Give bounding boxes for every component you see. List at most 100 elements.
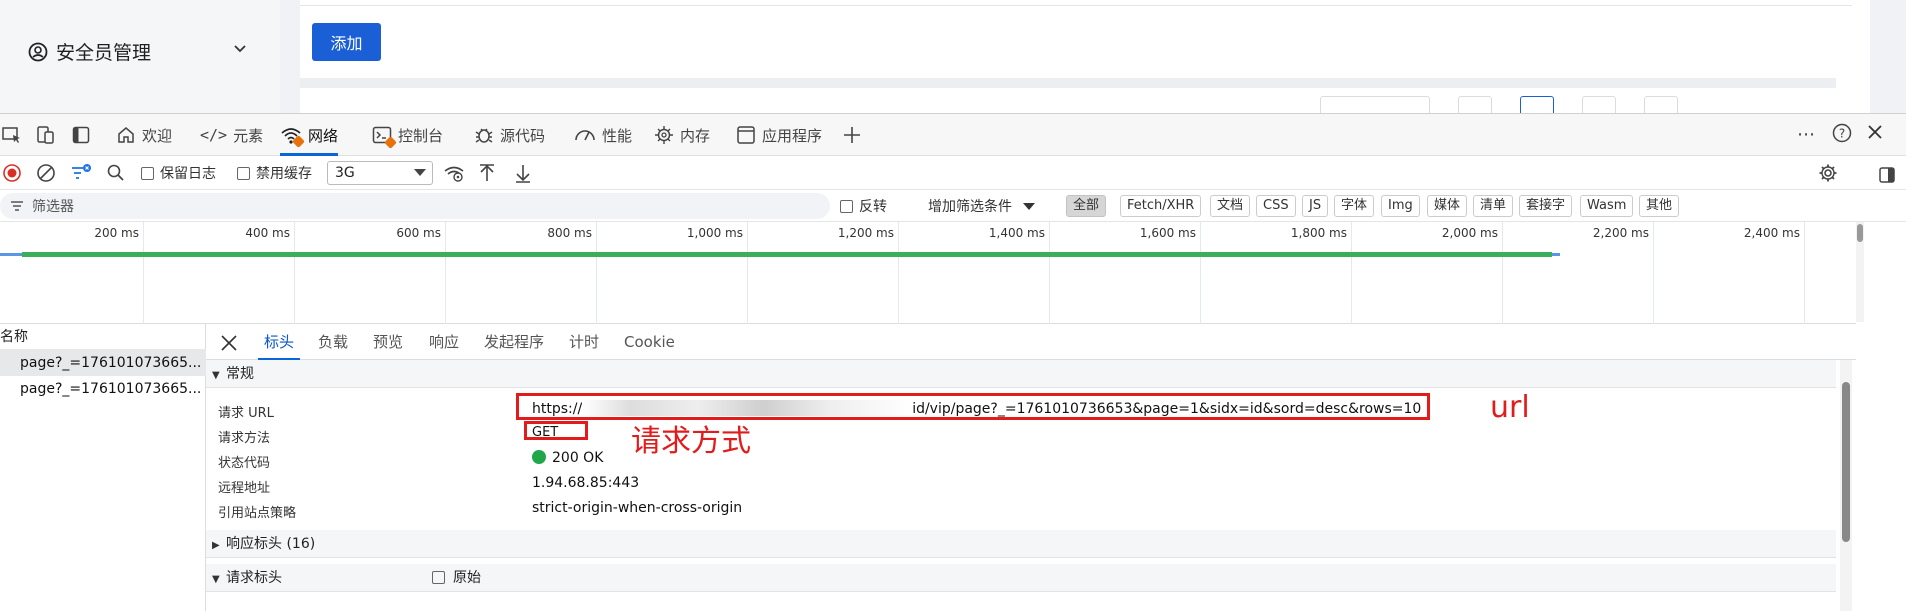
export-har-icon[interactable] (514, 156, 532, 190)
preserve-log-label: 保留日志 (160, 166, 216, 182)
request-method-key: 请求方法 (218, 431, 271, 446)
filter-chip-socket[interactable]: 套接字 (1519, 195, 1573, 217)
tab-memory[interactable]: 内存 (654, 114, 710, 156)
clear-icon[interactable] (36, 156, 56, 190)
timeline-tick-label: 2,000 ms (1441, 226, 1498, 240)
sidebar-item-safety-officer[interactable]: 安全员管理 (28, 38, 151, 65)
filter-chip-font[interactable]: 字体 (1334, 195, 1375, 217)
throttle-select[interactable]: 3G (327, 161, 433, 185)
tab-sources[interactable]: 源代码 (474, 114, 545, 156)
filter-chip-fetch-xhr[interactable]: Fetch/XHR (1120, 195, 1202, 217)
timeline-gridline (1502, 222, 1503, 324)
status-code-key: 状态代码 (218, 456, 271, 471)
add-tab-icon[interactable] (842, 114, 862, 156)
search-icon[interactable] (106, 156, 126, 190)
more-filters-dropdown[interactable]: 增加筛选条件 (928, 190, 1036, 222)
page-size-select[interactable] (1320, 96, 1430, 113)
timeline-tick-label: 2,200 ms (1592, 226, 1649, 240)
timeline-scrollbar[interactable] (1856, 222, 1864, 322)
timeline-gridline (1351, 222, 1352, 324)
app-sidebar: 安全员管理 (0, 0, 280, 113)
invert-checkbox[interactable]: 反转 (840, 190, 887, 222)
filter-chip-wasm[interactable]: Wasm (1580, 195, 1634, 217)
filter-chip-media[interactable]: 媒体 (1427, 195, 1468, 217)
network-toolbar: 保留日志 禁用缓存 3G (0, 156, 1906, 190)
preserve-log-checkbox[interactable]: 保留日志 (141, 156, 216, 190)
tab-cookie[interactable]: Cookie (624, 324, 675, 360)
checkbox[interactable] (432, 571, 445, 584)
checkbox[interactable] (141, 166, 154, 180)
checkbox[interactable] (237, 166, 250, 180)
request-details: 标头 负载 预览 响应 发起程序 计时 Cookie ▼ 常规 请求 URL ht… (206, 324, 1856, 611)
next-page-button[interactable] (1582, 96, 1616, 113)
checkbox[interactable] (840, 199, 853, 213)
device-toolbar-icon[interactable] (36, 114, 56, 156)
inspect-element-icon[interactable] (2, 114, 22, 156)
caret-down-icon (414, 169, 426, 176)
tab-timing[interactable]: 计时 (569, 324, 599, 360)
timeline-gridline (1200, 222, 1201, 324)
pagination (1320, 96, 1678, 113)
tab-performance[interactable]: 性能 (574, 114, 632, 156)
add-button[interactable]: 添加 (312, 23, 381, 61)
triangle-down-icon: ▼ (212, 574, 220, 585)
section-request-headers[interactable]: ▼ 请求标头 原始 (206, 564, 1836, 592)
disable-cache-checkbox[interactable]: 禁用缓存 (237, 156, 312, 190)
filter-bar: 筛选器 反转 增加筛选条件 全部 Fetch/XHR 文档 CSS JS 字体 … (0, 190, 1906, 222)
filter-chip-js[interactable]: JS (1302, 195, 1329, 217)
import-har-icon[interactable] (478, 156, 496, 190)
column-header-name[interactable]: 名称 (0, 324, 206, 350)
tab-label: 网络 (308, 126, 339, 145)
request-row[interactable]: page?_=176101073665... (0, 376, 206, 402)
request-row[interactable]: page?_=176101073665... (0, 350, 206, 376)
filter-chip-img[interactable]: Img (1381, 195, 1420, 217)
gauge-icon (575, 130, 595, 141)
triangle-right-icon: ▶ (212, 540, 220, 551)
triangle-down-icon: ▼ (212, 370, 220, 381)
dock-side-icon[interactable] (72, 114, 90, 156)
timeline-request-bar (0, 253, 22, 256)
goto-page-input[interactable] (1644, 96, 1678, 113)
filter-chip-css[interactable]: CSS (1256, 195, 1296, 217)
annotation-url-label: url (1490, 390, 1530, 425)
filter-chip-doc[interactable]: 文档 (1210, 195, 1251, 217)
tab-initiator[interactable]: 发起程序 (484, 324, 544, 360)
record-icon[interactable] (2, 156, 22, 190)
annotation-method-label: 请求方式 (631, 424, 751, 459)
settings-gear-icon[interactable] (1818, 156, 1838, 190)
dock-icon[interactable] (1878, 166, 1896, 184)
details-scrollbar[interactable] (1840, 360, 1852, 611)
tab-console[interactable]: 控制台 (372, 114, 443, 156)
raw-checkbox[interactable]: 原始 (432, 564, 481, 592)
timeline-tick-label: 200 ms (94, 226, 139, 240)
filter-input[interactable]: 筛选器 (0, 193, 830, 219)
tab-application[interactable]: 应用程序 (736, 114, 822, 156)
tab-welcome[interactable]: 欢迎 (116, 114, 172, 156)
remote-address-value: 1.94.68.85:443 (532, 475, 640, 491)
remote-address-key: 远程地址 (218, 481, 271, 496)
prev-page-button[interactable] (1458, 96, 1492, 113)
section-title: 响应标头 (16) (226, 536, 316, 552)
tab-response[interactable]: 响应 (429, 324, 459, 360)
filter-lines-icon (11, 201, 23, 211)
filter-chip-other[interactable]: 其他 (1639, 195, 1680, 217)
section-response-headers[interactable]: ▶ 响应标头 (16) (206, 530, 1836, 558)
tab-network[interactable]: 网络 (280, 114, 339, 156)
timeline-gridline (898, 222, 899, 324)
network-conditions-icon[interactable] (443, 156, 465, 190)
filter-chip-all[interactable]: 全部 (1066, 195, 1107, 217)
tab-preview[interactable]: 预览 (373, 324, 403, 360)
filter-chip-manifest[interactable]: 清单 (1473, 195, 1514, 217)
close-icon[interactable] (220, 328, 238, 358)
tab-headers[interactable]: 标头 (257, 324, 301, 361)
tab-elements[interactable]: </> 元素 (200, 114, 263, 156)
tab-payload[interactable]: 负载 (318, 324, 348, 360)
chevron-down-icon[interactable] (232, 40, 248, 56)
help-icon[interactable]: ? (1832, 123, 1852, 148)
filter-icon[interactable] (70, 156, 92, 190)
more-options-icon[interactable]: ⋯ (1797, 124, 1815, 145)
network-timeline[interactable]: 200 ms 400 ms 600 ms 800 ms 1,000 ms 1,2… (0, 222, 1856, 324)
screenshot-root: 安全员管理 添加 欢迎 </> 元素 网络 控制台 源代码 性能 内存 应用程序… (0, 0, 1906, 611)
page-button[interactable] (1520, 96, 1554, 113)
section-general[interactable]: ▼ 常规 (206, 360, 1836, 388)
